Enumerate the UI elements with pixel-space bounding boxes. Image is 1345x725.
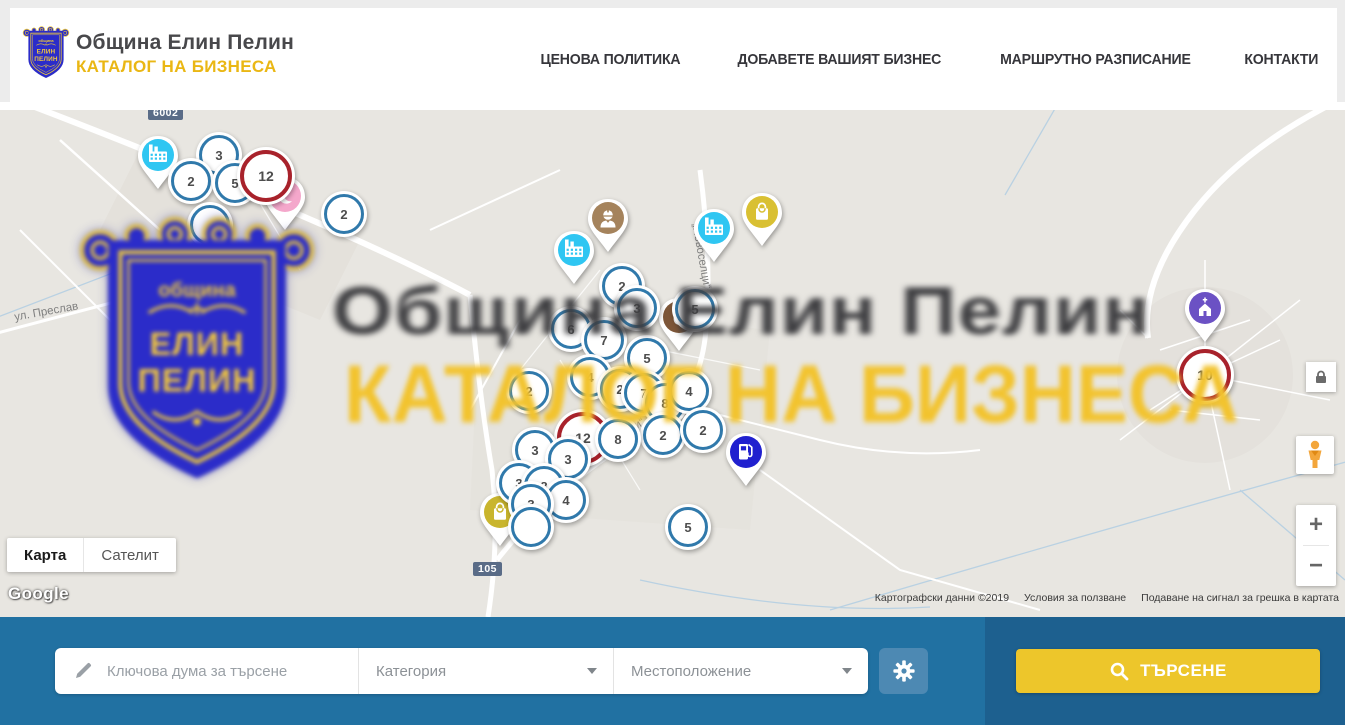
cluster-marker[interactable]: 2 (506, 368, 552, 414)
worker-pin-marker[interactable] (585, 197, 631, 255)
header: община ЕЛИН ПЕЛИН Община Елин Пелин КАТА… (0, 0, 1345, 110)
cluster-marker[interactable]: 10 (1176, 346, 1234, 404)
map-type-map-button[interactable]: Карта (7, 538, 83, 572)
cluster-count: 2 (509, 371, 549, 411)
nav-add-your-business[interactable]: ДОБАВЕТЕ ВАШИЯТ БИЗНЕС (737, 51, 941, 68)
category-select[interactable]: Категория (359, 648, 613, 694)
municipality-crest-logo[interactable]: община ЕЛИН ПЕЛИН (22, 26, 70, 82)
category-select-label: Категория (359, 663, 446, 680)
site-subtitle: КАТАЛОГ НА БИЗНЕСА (76, 58, 294, 75)
zoom-in-button[interactable]: + (1296, 505, 1336, 545)
search-bar: Категория Местоположение ТЪРСЕНЕ (0, 617, 1345, 725)
main-nav: ЦЕНОВА ПОЛИТИКА ДОБАВЕТЕ ВАШИЯТ БИЗНЕС М… (536, 8, 1321, 110)
header-bottom-strip (0, 102, 1345, 110)
terms-link[interactable]: Условия за ползване (1024, 592, 1126, 604)
svg-text:община: община (38, 38, 54, 43)
report-error-link[interactable]: Подаване на сигнал за грешка в картата (1141, 592, 1339, 604)
search-icon (1109, 661, 1129, 681)
cluster-marker[interactable]: 8 (595, 416, 641, 462)
header-card: община ЕЛИН ПЕЛИН Община Елин Пелин КАТА… (10, 8, 1337, 110)
cluster-marker[interactable]: 2 (680, 407, 726, 453)
cluster-count: 12 (240, 150, 292, 202)
site-title: Община Елин Пелин (76, 32, 294, 53)
street-view-pegman-button[interactable] (1296, 436, 1334, 474)
pencil-icon (73, 661, 93, 681)
cluster-marker[interactable]: 2 (168, 158, 214, 204)
cluster-count (190, 205, 230, 245)
cluster-count: 2 (324, 194, 364, 234)
map-copyright: Картографски данни ©2019 (875, 592, 1009, 604)
road-number-badge: 6002 (148, 110, 183, 120)
fullscreen-lock-button[interactable] (1306, 362, 1336, 392)
cluster-count (511, 507, 551, 547)
cluster-count: 2 (171, 161, 211, 201)
cluster-count: 5 (675, 289, 715, 329)
chevron-down-icon (842, 668, 852, 674)
location-select[interactable]: Местоположение (614, 648, 868, 694)
zoom-out-button[interactable]: − (1296, 546, 1336, 586)
search-box: Категория Местоположение (55, 648, 868, 694)
svg-text:ЕЛИН: ЕЛИН (37, 49, 56, 56)
map-type-satellite-button[interactable]: Сателит (83, 538, 176, 572)
cluster-marker[interactable]: 2 (640, 412, 686, 458)
nav-route-schedule[interactable]: МАРШРУТНО РАЗПИСАНИЕ (1000, 51, 1191, 68)
svg-text:ПЕЛИН: ПЕЛИН (34, 56, 58, 63)
cluster-marker[interactable]: 12 (237, 147, 295, 205)
keyword-search-input[interactable] (105, 662, 358, 681)
chevron-down-icon (587, 668, 597, 674)
bag-pin-marker[interactable] (739, 191, 785, 249)
map-attribution: Картографски данни ©2019 Условия за полз… (875, 592, 1339, 604)
cluster-count: 2 (643, 415, 683, 455)
advanced-settings-button[interactable] (879, 648, 928, 694)
factory-pin-marker[interactable] (691, 207, 737, 265)
fuel-pin-marker[interactable] (723, 431, 769, 489)
cluster-count: 8 (598, 419, 638, 459)
search-button-label: ТЪРСЕНЕ (1140, 661, 1227, 681)
map-type-control: Карта Сателит (7, 538, 176, 572)
cluster-marker[interactable] (187, 202, 233, 248)
brand: Община Елин Пелин КАТАЛОГ НА БИЗНЕСА (76, 32, 294, 75)
cluster-count: 4 (669, 371, 709, 411)
gear-icon (892, 659, 916, 683)
nav-contacts[interactable]: КОНТАКТИ (1245, 51, 1319, 68)
keyword-section (55, 648, 358, 694)
cluster-marker[interactable]: 5 (672, 286, 718, 332)
nav-pricing-policy[interactable]: ЦЕНОВА ПОЛИТИКА (541, 51, 681, 68)
cluster-marker[interactable]: 5 (665, 504, 711, 550)
search-button[interactable]: ТЪРСЕНЕ (1016, 649, 1320, 693)
google-map[interactable]: 325122235675427842221283338435106002105у… (0, 110, 1345, 617)
google-logo[interactable]: Google (8, 584, 69, 604)
cluster-marker[interactable]: 2 (321, 191, 367, 237)
cluster-count: 2 (683, 410, 723, 450)
road-number-badge: 105 (473, 562, 502, 576)
cluster-count: 5 (668, 507, 708, 547)
cluster-count: 10 (1179, 349, 1231, 401)
cluster-count: 3 (617, 288, 657, 328)
church-pin-marker[interactable] (1182, 287, 1228, 345)
lock-icon (1313, 369, 1329, 385)
cluster-marker[interactable] (508, 504, 554, 550)
location-select-label: Местоположение (614, 663, 751, 680)
pegman-icon (1304, 440, 1326, 470)
zoom-control: + − (1296, 505, 1336, 586)
crest-graphic: община ЕЛИН ПЕЛИН (22, 26, 70, 80)
